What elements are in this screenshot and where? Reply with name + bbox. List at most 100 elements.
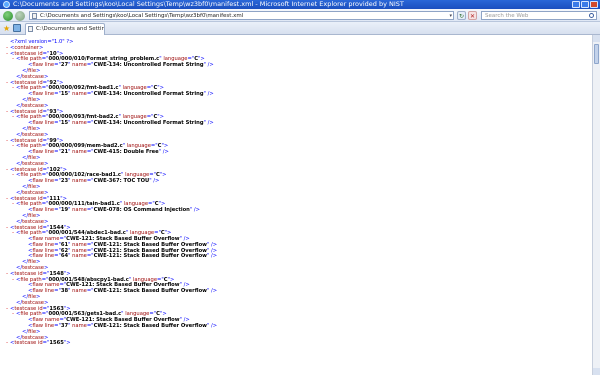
page-icon [32,13,37,19]
attr-quote: " [68,120,71,127]
attr-value: CWE-134: Uncontrolled Format String [93,120,204,127]
attr-value: 19 [60,207,69,214]
close-button[interactable] [590,1,598,8]
attr-quote: =" [86,178,94,185]
stop-button[interactable]: ✕ [468,11,477,20]
address-dropdown-icon[interactable]: ▾ [449,12,452,20]
attr-value: CWE-134: Uncontrolled Format String [93,91,204,98]
attr-name: line [44,253,55,260]
attr-quote: =" [86,62,94,69]
attr-name: line [44,323,55,330]
attr-name: name [72,178,87,185]
scroll-up-arrow[interactable] [593,35,600,42]
navigation-bar: C:\Documents and Settings\koo\Local Sett… [0,9,600,22]
maximize-button[interactable] [581,1,589,8]
tab-label: C:\Documents and Settings\koo\... [36,26,104,32]
attr-name: name [72,288,87,295]
bracket: > [66,340,71,347]
attr-name: name [72,207,87,214]
attr-quote: =" [54,91,61,98]
scroll-thumb[interactable] [594,44,599,64]
favorites-star-icon[interactable]: ★ [3,24,10,33]
attr-value: 38 [60,288,69,295]
bracket: /> [209,288,218,295]
ie-icon [3,1,10,8]
attr-quote: =" [54,323,61,330]
attr-quote: =" [86,253,94,260]
attr-name: line [44,62,55,69]
attr-quote: =" [86,288,94,295]
bracket: /> [209,323,218,330]
attr-name: name [72,253,87,260]
attr-quote: =" [86,120,94,127]
attr-quote: =" [86,323,94,330]
attr-quote: " [68,62,71,69]
attr-name: line [44,149,55,156]
attr-value: CWE-415: Double Free [93,149,159,156]
tab-page-icon [28,26,33,32]
attr-name: line [44,207,55,214]
attr-quote: " [68,253,71,260]
attr-value: CWE-078: OS Command Injection [93,207,190,214]
attr-name: line [44,120,55,127]
scroll-down-arrow[interactable] [593,368,600,375]
window-title: C:\Documents and Settings\koo\Local Sett… [13,0,404,8]
attr-value: 15 [60,120,69,127]
attr-name: name [72,149,87,156]
attr-name: line [44,178,55,185]
attr-quote: " [68,149,71,156]
attr-quote: =" [54,253,61,260]
bracket: /> [205,120,214,127]
minimize-button[interactable] [572,1,580,8]
attr-value: CWE-121: Stack Based Buffer Overflow [93,288,207,295]
testcase-open: - <testcase id="1565"> [4,341,217,347]
attr-name: name [72,62,87,69]
attr-quote: =" [86,207,94,214]
tab-bar: ★ C:\Documents and Settings\koo\... [0,22,600,35]
attr-name: name [72,323,87,330]
bracket: /> [192,207,200,214]
bracket: /> [209,253,218,260]
attr-quote: =" [54,207,61,214]
attr-value: 15 [60,91,69,98]
attr-quote: =" [54,120,61,127]
attr-value: CWE-121: Stack Based Buffer Overflow [93,253,207,260]
bracket: /> [161,149,169,156]
add-favorites-icon[interactable] [13,24,21,32]
attr-value: CWE-134: Uncontrolled Format String [93,62,204,69]
attr-quote: =" [54,178,61,185]
back-button[interactable] [3,11,13,21]
attr-value: 21 [60,149,69,156]
forward-button[interactable] [15,11,25,21]
attr-value: CWE-367: TOC TOU [93,178,150,185]
attr-quote: " [68,323,71,330]
bracket: /> [205,62,214,69]
refresh-button[interactable]: ↻ [457,11,466,20]
attr-quote: =" [54,149,61,156]
search-placeholder[interactable]: Search the Web [485,12,528,20]
attr-quote: " [68,91,71,98]
search-icon[interactable] [589,13,594,18]
tab-manifest[interactable]: C:\Documents and Settings\koo\... [25,23,105,35]
attr-quote: =" [86,149,94,156]
attr-name: line [44,91,55,98]
attr-quote: =" [54,288,61,295]
attr-quote: " [68,207,71,214]
bracket: /> [151,178,160,185]
attr-value: 64 [60,253,69,260]
attr-quote: =" [86,91,94,98]
search-box[interactable]: Search the Web [481,11,597,20]
vertical-scrollbar[interactable] [592,35,600,375]
attr-value: 27 [60,62,69,69]
title-bar: C:\Documents and Settings\koo\Local Sett… [0,0,600,9]
attr-quote: " [68,178,71,185]
attr-value: 1565 [49,340,64,347]
address-bar[interactable]: C:\Documents and Settings\koo\Local Sett… [29,11,454,20]
attr-value: CWE-121: Stack Based Buffer Overflow [93,323,207,330]
bracket: > [162,172,167,179]
xml-viewer: <?xml version="1.0" ?> - <container> - <test… [0,35,592,375]
attr-quote: =" [54,62,61,69]
attr-value: 37 [60,323,69,330]
address-url[interactable]: C:\Documents and Settings\koo\Local Sett… [40,12,243,20]
attr-quote: " [68,288,71,295]
